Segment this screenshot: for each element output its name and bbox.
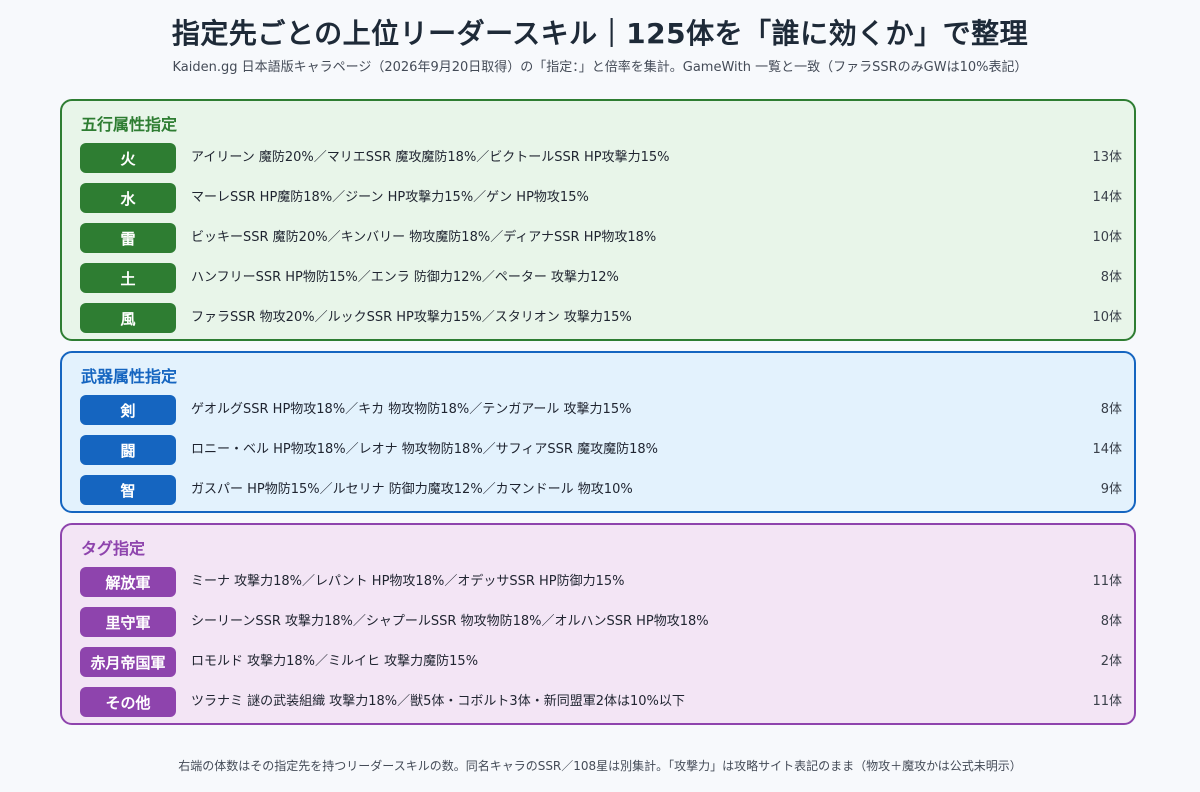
- target-tag: 剣: [80, 395, 176, 425]
- target-tag: 土: [80, 263, 176, 293]
- skill-count: 9体: [1100, 482, 1122, 497]
- target-tag: その他: [80, 687, 176, 717]
- page: 指定先ごとの上位リーダースキル｜125体を「誰に効くか」で整理 Kaiden.g…: [0, 0, 1200, 792]
- skill-count: 11体: [1092, 694, 1122, 709]
- skill-description: マーレSSR HP魔防18%／ジーン HP攻撃力15%／ゲン HP物攻15%: [191, 190, 589, 205]
- list-item: その他 ツラナミ 謎の武装組織 攻撃力18%／獣5体・コボルト3体・新同盟軍2体…: [80, 687, 1122, 721]
- target-tag: 闘: [80, 435, 176, 465]
- skill-description: ガスパー HP物防15%／ルセリナ 防御力魔攻12%／カマンドール 物攻10%: [191, 482, 633, 497]
- skill-description: ハンフリーSSR HP物防15%／エンラ 防御力12%／ペーター 攻撃力12%: [191, 270, 619, 285]
- list-item: 解放軍 ミーナ 攻撃力18%／レパント HP物攻18%／オデッサSSR HP防御…: [80, 567, 1122, 601]
- target-tag: 里守軍: [80, 607, 176, 637]
- skill-count: 10体: [1092, 230, 1122, 245]
- skill-description: ロモルド 攻撃力18%／ミルイヒ 攻撃力魔防15%: [191, 654, 479, 669]
- section-title: 五行属性指定: [81, 115, 178, 134]
- skill-count: 2体: [1100, 654, 1122, 669]
- list-item: 火 アイリーン 魔防20%／マリエSSR 魔攻魔防18%／ビクトールSSR HP…: [80, 143, 1122, 177]
- list-item: 赤月帝国軍 ロモルド 攻撃力18%／ミルイヒ 攻撃力魔防15% 2体: [80, 647, 1122, 681]
- list-item: 智 ガスパー HP物防15%／ルセリナ 防御力魔攻12%／カマンドール 物攻10…: [80, 475, 1122, 509]
- skill-description: アイリーン 魔防20%／マリエSSR 魔攻魔防18%／ビクトールSSR HP攻撃…: [191, 150, 670, 165]
- list-item: 土 ハンフリーSSR HP物防15%／エンラ 防御力12%／ペーター 攻撃力12…: [80, 263, 1122, 297]
- target-tag: 水: [80, 183, 176, 213]
- skill-count: 14体: [1092, 190, 1122, 205]
- skill-description: ファラSSR 物攻20%／ルックSSR HP攻撃力15%／スタリオン 攻撃力15…: [191, 310, 632, 325]
- target-tag: 赤月帝国軍: [80, 647, 176, 677]
- target-tag: 智: [80, 475, 176, 505]
- page-title: 指定先ごとの上位リーダースキル｜125体を「誰に効くか」で整理: [171, 17, 1029, 50]
- page-subtitle: Kaiden.gg 日本語版キャラページ（2026年9月20日取得）の「指定：」…: [172, 60, 1028, 75]
- target-tag: 風: [80, 303, 176, 333]
- skill-description: ゲオルグSSR HP物攻18%／キカ 物攻物防18%／テンガアール 攻撃力15%: [191, 402, 632, 417]
- skill-description: シーリーンSSR 攻撃力18%／シャプールSSR 物攻物防18%／オルハンSSR…: [191, 614, 709, 629]
- skill-count: 10体: [1092, 310, 1122, 325]
- skill-description: ミーナ 攻撃力18%／レパント HP物攻18%／オデッサSSR HP防御力15%: [191, 574, 625, 589]
- section-title: タグ指定: [81, 539, 146, 558]
- list-item: 剣 ゲオルグSSR HP物攻18%／キカ 物攻物防18%／テンガアール 攻撃力1…: [80, 395, 1122, 429]
- section-tag-panel: タグ指定 解放軍 ミーナ 攻撃力18%／レパント HP物攻18%／オデッサSSR…: [60, 523, 1136, 725]
- skill-count: 8体: [1100, 402, 1122, 417]
- skill-description: ビッキーSSR 魔防20%／キンバリー 物攻魔防18%／ディアナSSR HP物攻…: [191, 230, 657, 245]
- list-item: 雷 ビッキーSSR 魔防20%／キンバリー 物攻魔防18%／ディアナSSR HP…: [80, 223, 1122, 257]
- list-item: 里守軍 シーリーンSSR 攻撃力18%／シャプールSSR 物攻物防18%／オルハ…: [80, 607, 1122, 641]
- target-tag: 火: [80, 143, 176, 173]
- list-item: 水 マーレSSR HP魔防18%／ジーン HP攻撃力15%／ゲン HP物攻15%…: [80, 183, 1122, 217]
- skill-count: 8体: [1100, 614, 1122, 629]
- list-item: 闘 ロニー・ベル HP物攻18%／レオナ 物攻物防18%／サフィアSSR 魔攻魔…: [80, 435, 1122, 469]
- section-element-panel: 五行属性指定 火 アイリーン 魔防20%／マリエSSR 魔攻魔防18%／ビクトー…: [60, 99, 1136, 341]
- skill-count: 14体: [1092, 442, 1122, 457]
- target-tag: 雷: [80, 223, 176, 253]
- footer-note: 右端の体数はその指定先を持つリーダースキルの数。同名キャラのSSR／108星は別…: [178, 759, 1022, 773]
- list-item: 風 ファラSSR 物攻20%／ルックSSR HP攻撃力15%／スタリオン 攻撃力…: [80, 303, 1122, 337]
- skill-count: 13体: [1092, 150, 1122, 165]
- section-title: 武器属性指定: [81, 367, 178, 386]
- skill-description: ロニー・ベル HP物攻18%／レオナ 物攻物防18%／サフィアSSR 魔攻魔防1…: [191, 442, 658, 457]
- target-tag: 解放軍: [80, 567, 176, 597]
- skill-count: 8体: [1100, 270, 1122, 285]
- skill-description: ツラナミ 謎の武装組織 攻撃力18%／獣5体・コボルト3体・新同盟軍2体は10%…: [191, 694, 685, 709]
- skill-count: 11体: [1092, 574, 1122, 589]
- section-weapon-panel: 武器属性指定 剣 ゲオルグSSR HP物攻18%／キカ 物攻物防18%／テンガア…: [60, 351, 1136, 513]
